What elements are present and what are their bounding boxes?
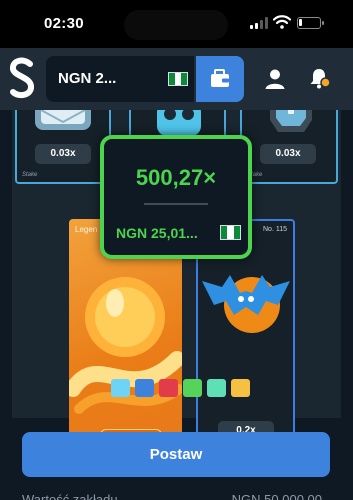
card-color-selector xyxy=(111,379,250,397)
battery-icon xyxy=(297,17,324,29)
shield-icon xyxy=(270,110,312,132)
win-payout: NGN 25,01... xyxy=(116,225,198,241)
coin-icon xyxy=(69,277,182,414)
wallet-balance: NGN 2... xyxy=(58,70,117,87)
wifi-icon xyxy=(273,15,291,29)
win-divider xyxy=(144,203,208,205)
legendary-title: Legen xyxy=(75,225,98,234)
mask-icon xyxy=(157,110,201,136)
bet-button[interactable]: Postaw xyxy=(22,432,330,477)
bet-amount-value: NGN 50 000,00 xyxy=(231,492,322,500)
win-multiplier: 500,27× xyxy=(135,165,217,190)
swatch-4[interactable] xyxy=(183,379,202,397)
bell-icon[interactable] xyxy=(307,66,331,90)
swatch-6[interactable] xyxy=(231,379,250,397)
card-multiplier: 0.03x xyxy=(260,144,316,164)
bet-amount-label: Wartość zakładu xyxy=(22,492,118,500)
card-brand: Stake xyxy=(22,172,38,178)
ngn-flag-icon xyxy=(168,72,188,86)
bet-panel: Postaw Wartość zakładu NGN 50 000,00 xyxy=(12,418,341,500)
swatch-1[interactable] xyxy=(111,379,130,397)
bat-icon xyxy=(202,275,290,333)
dynamic-island xyxy=(124,10,228,40)
top-bar: NGN 2... xyxy=(0,48,353,110)
wallet-icon xyxy=(211,69,229,87)
ngn-flag-icon xyxy=(220,225,241,240)
cashier-button[interactable] xyxy=(196,56,244,102)
card-right: 0.03x Stake xyxy=(240,110,338,184)
signal-icon xyxy=(250,17,268,29)
wallet-selector[interactable]: NGN 2... xyxy=(46,56,219,102)
card-left: 0.03x Stake xyxy=(15,110,111,184)
swatch-2[interactable] xyxy=(135,379,154,397)
swatch-3[interactable] xyxy=(159,379,178,397)
user-icon[interactable] xyxy=(264,68,286,90)
envelope-icon xyxy=(35,110,91,130)
stake-logo[interactable] xyxy=(6,56,40,102)
win-popup: 500,27× NGN 25,01... xyxy=(100,135,252,259)
card-multiplier: 0.03x xyxy=(35,144,91,164)
status-bar: 02:30 xyxy=(0,0,353,48)
status-time: 02:30 xyxy=(44,15,84,32)
card-number: No. 115 xyxy=(263,226,287,233)
swatch-5[interactable] xyxy=(207,379,226,397)
